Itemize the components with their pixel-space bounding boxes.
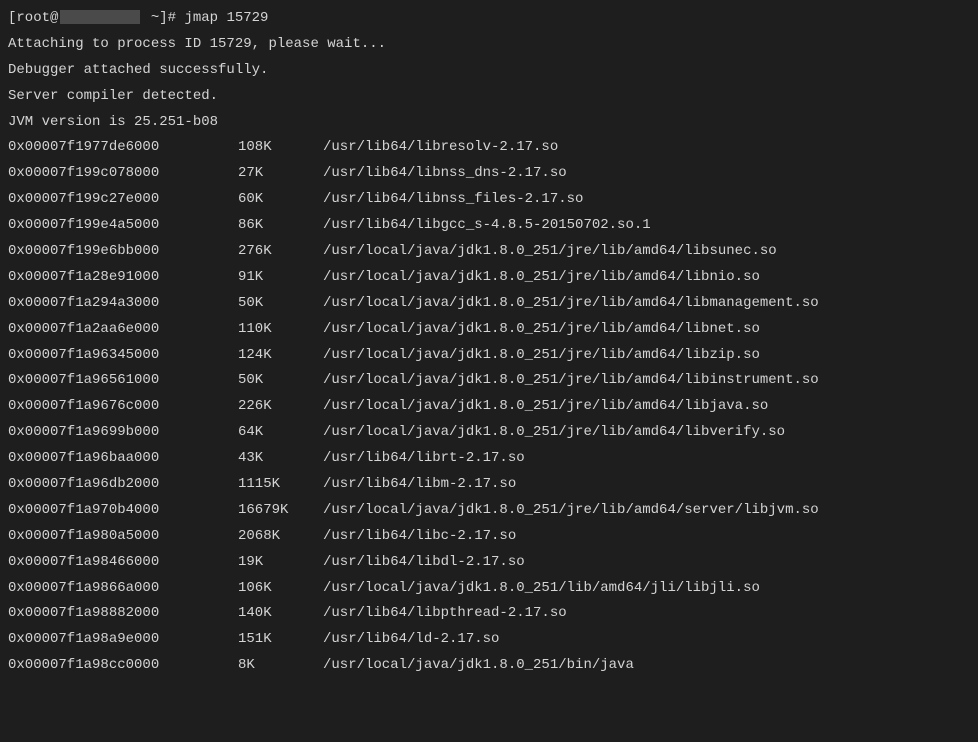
attaching-message: Attaching to process ID 15729, please wa… [8,32,970,58]
memory-map-row: 0x00007f1a9699b00064K/usr/local/java/jdk… [8,420,970,446]
address-value: 0x00007f1a96baa000 [8,446,238,472]
size-value: 60K [238,187,323,213]
address-value: 0x00007f1977de6000 [8,135,238,161]
size-value: 110K [238,317,323,343]
memory-map-row: 0x00007f199c07800027K/usr/lib64/libnss_d… [8,161,970,187]
address-value: 0x00007f199e6bb000 [8,239,238,265]
size-value: 19K [238,550,323,576]
address-value: 0x00007f1a96345000 [8,343,238,369]
memory-map-row: 0x00007f1a9676c000226K/usr/local/java/jd… [8,394,970,420]
path-value: /usr/local/java/jdk1.8.0_251/jre/lib/amd… [323,343,970,369]
memory-map-row: 0x00007f1a294a300050K/usr/local/java/jdk… [8,291,970,317]
size-value: 91K [238,265,323,291]
size-value: 140K [238,601,323,627]
path-value: /usr/local/java/jdk1.8.0_251/bin/java [323,653,970,679]
path-value: /usr/lib64/libc-2.17.so [323,524,970,550]
address-value: 0x00007f199e4a5000 [8,213,238,239]
debugger-message: Debugger attached successfully. [8,58,970,84]
terminal-output: [root@ ~]# jmap 15729 Attaching to proce… [8,6,970,679]
path-value: /usr/lib64/libgcc_s-4.8.5-20150702.so.1 [323,213,970,239]
address-value: 0x00007f1a9699b000 [8,420,238,446]
address-value: 0x00007f1a2aa6e000 [8,317,238,343]
memory-map-row: 0x00007f199c27e00060K/usr/lib64/libnss_f… [8,187,970,213]
memory-map-row: 0x00007f1a98a9e000151K/usr/lib64/ld-2.17… [8,627,970,653]
size-value: 27K [238,161,323,187]
memory-map-row: 0x00007f1a9656100050K/usr/local/java/jdk… [8,368,970,394]
memory-map-row: 0x00007f1a9866a000106K/usr/local/java/jd… [8,576,970,602]
path-value: /usr/lib64/libresolv-2.17.so [323,135,970,161]
size-value: 106K [238,576,323,602]
jvm-version-message: JVM version is 25.251-b08 [8,110,970,136]
memory-map-row: 0x00007f1a96345000124K/usr/local/java/jd… [8,343,970,369]
memory-map-row: 0x00007f1977de6000108K/usr/lib64/libreso… [8,135,970,161]
size-value: 50K [238,291,323,317]
path-value: /usr/local/java/jdk1.8.0_251/jre/lib/amd… [323,368,970,394]
address-value: 0x00007f1a980a5000 [8,524,238,550]
compiler-message: Server compiler detected. [8,84,970,110]
size-value: 43K [238,446,323,472]
path-value: /usr/local/java/jdk1.8.0_251/jre/lib/amd… [323,317,970,343]
memory-map-row: 0x00007f1a980a50002068K/usr/lib64/libc-2… [8,524,970,550]
size-value: 86K [238,213,323,239]
size-value: 276K [238,239,323,265]
size-value: 2068K [238,524,323,550]
size-value: 151K [238,627,323,653]
memory-map-row: 0x00007f199e6bb000276K/usr/local/java/jd… [8,239,970,265]
address-value: 0x00007f1a9866a000 [8,576,238,602]
address-value: 0x00007f1a96db2000 [8,472,238,498]
size-value: 64K [238,420,323,446]
path-value: /usr/local/java/jdk1.8.0_251/jre/lib/amd… [323,291,970,317]
path-value: /usr/local/java/jdk1.8.0_251/jre/lib/amd… [323,239,970,265]
path-value: /usr/lib64/libnss_dns-2.17.so [323,161,970,187]
path-value: /usr/local/java/jdk1.8.0_251/lib/amd64/j… [323,576,970,602]
path-value: /usr/lib64/libpthread-2.17.so [323,601,970,627]
size-value: 124K [238,343,323,369]
size-value: 1115K [238,472,323,498]
prompt-host-redacted [60,10,140,24]
address-value: 0x00007f1a9676c000 [8,394,238,420]
memory-map-row: 0x00007f1a2aa6e000110K/usr/local/java/jd… [8,317,970,343]
size-value: 50K [238,368,323,394]
address-value: 0x00007f1a98466000 [8,550,238,576]
memory-map-row: 0x00007f1a970b400016679K/usr/local/java/… [8,498,970,524]
memory-map-row: 0x00007f1a9846600019K/usr/lib64/libdl-2.… [8,550,970,576]
address-value: 0x00007f1a96561000 [8,368,238,394]
address-value: 0x00007f1a970b4000 [8,498,238,524]
memory-map-row: 0x00007f1a96db20001115K/usr/lib64/libm-2… [8,472,970,498]
path-value: /usr/lib64/librt-2.17.so [323,446,970,472]
size-value: 8K [238,653,323,679]
path-value: /usr/lib64/libdl-2.17.so [323,550,970,576]
address-value: 0x00007f199c078000 [8,161,238,187]
path-value: /usr/local/java/jdk1.8.0_251/jre/lib/amd… [323,498,970,524]
path-value: /usr/lib64/ld-2.17.so [323,627,970,653]
memory-map-row: 0x00007f1a96baa00043K/usr/lib64/librt-2.… [8,446,970,472]
address-value: 0x00007f1a294a3000 [8,291,238,317]
command-text: jmap 15729 [184,10,268,26]
prompt-close: ~]# [142,10,184,26]
memory-map-row: 0x00007f1a98882000140K/usr/lib64/libpthr… [8,601,970,627]
address-value: 0x00007f199c27e000 [8,187,238,213]
memory-map-row: 0x00007f199e4a500086K/usr/lib64/libgcc_s… [8,213,970,239]
path-value: /usr/lib64/libnss_files-2.17.so [323,187,970,213]
address-value: 0x00007f1a98a9e000 [8,627,238,653]
memory-map-table: 0x00007f1977de6000108K/usr/lib64/libreso… [8,135,970,679]
path-value: /usr/local/java/jdk1.8.0_251/jre/lib/amd… [323,265,970,291]
address-value: 0x00007f1a28e91000 [8,265,238,291]
size-value: 16679K [238,498,323,524]
memory-map-row: 0x00007f1a28e9100091K/usr/local/java/jdk… [8,265,970,291]
command-prompt-line: [root@ ~]# jmap 15729 [8,6,970,32]
path-value: /usr/local/java/jdk1.8.0_251/jre/lib/amd… [323,394,970,420]
path-value: /usr/local/java/jdk1.8.0_251/jre/lib/amd… [323,420,970,446]
path-value: /usr/lib64/libm-2.17.so [323,472,970,498]
size-value: 226K [238,394,323,420]
size-value: 108K [238,135,323,161]
address-value: 0x00007f1a98cc0000 [8,653,238,679]
prompt-user: root@ [16,10,58,26]
address-value: 0x00007f1a98882000 [8,601,238,627]
memory-map-row: 0x00007f1a98cc00008K/usr/local/java/jdk1… [8,653,970,679]
